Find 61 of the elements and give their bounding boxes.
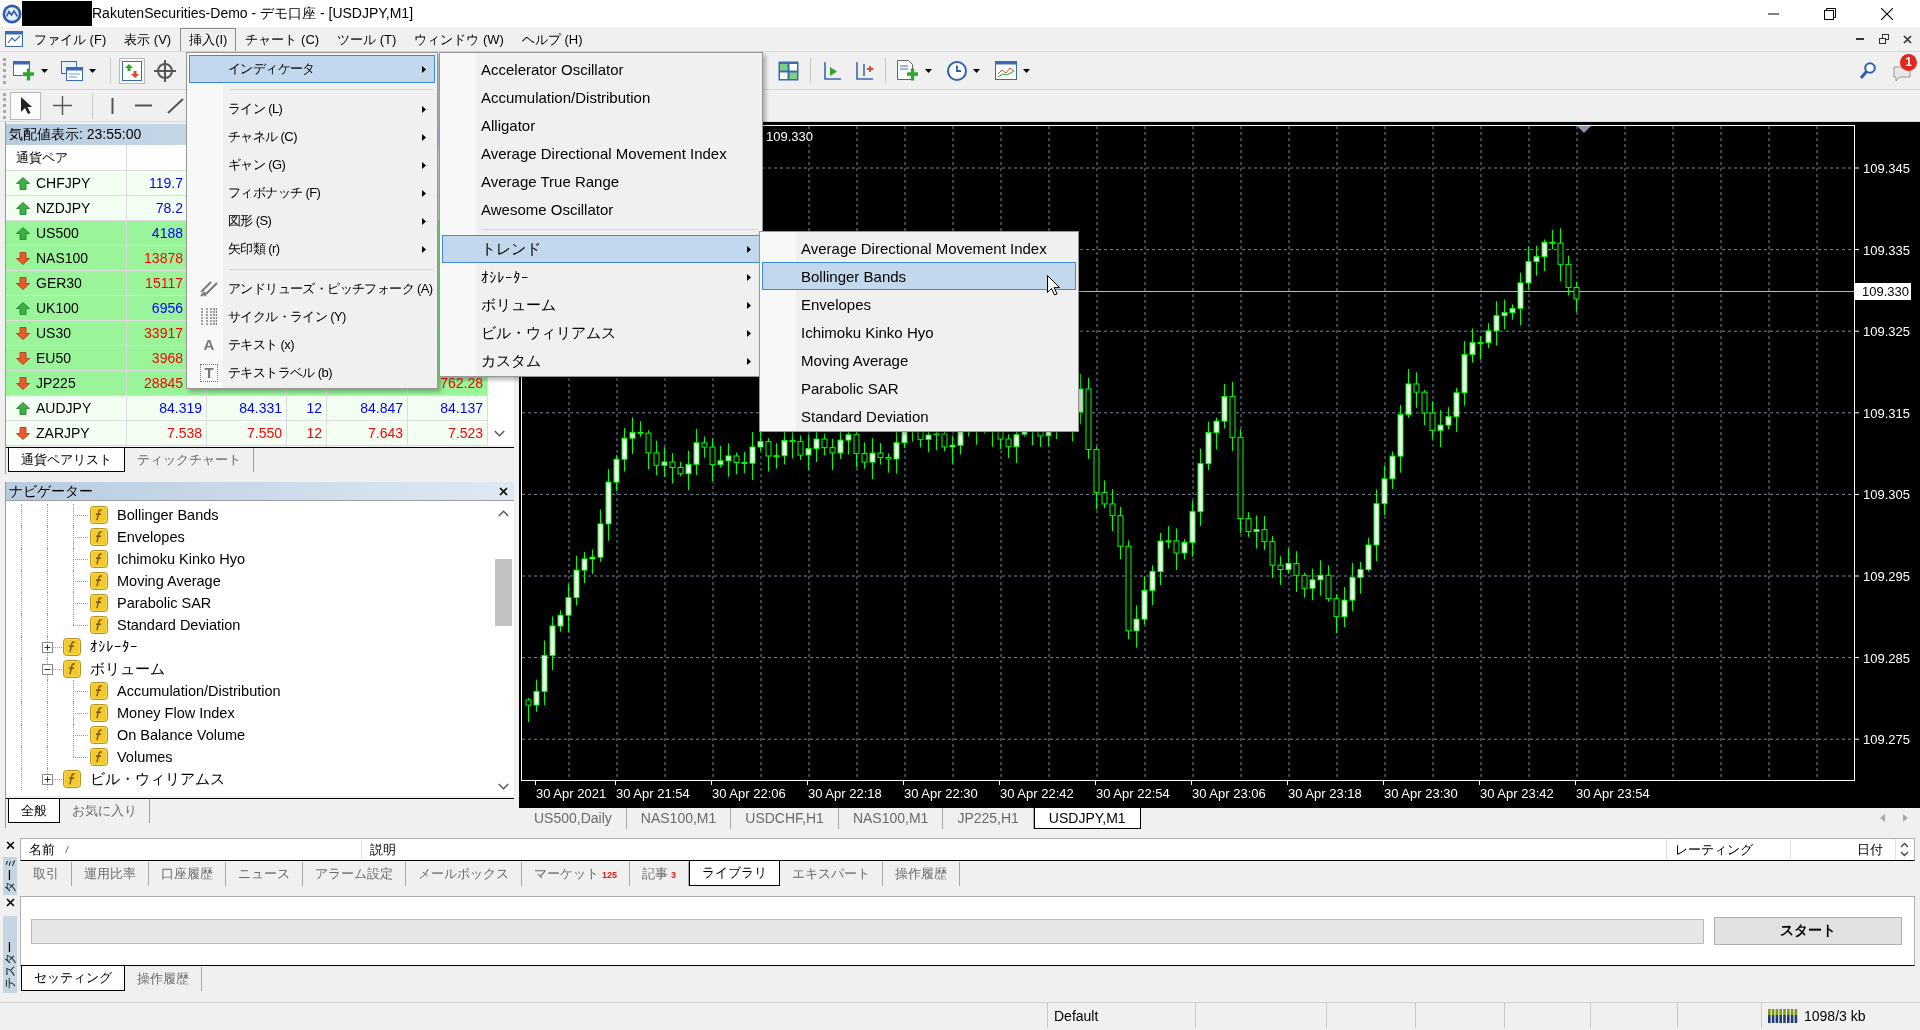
price-value: 12 xyxy=(306,402,322,414)
price-label: 109.345 xyxy=(1863,161,1910,176)
time-label: 30 Apr 2021 xyxy=(536,786,607,801)
price-label: 109.295 xyxy=(1863,569,1910,584)
current-price-tag: 109.330 xyxy=(1855,283,1911,300)
price-label: 109.275 xyxy=(1863,732,1910,748)
price-value: 6956 xyxy=(151,302,183,314)
window-title: RakutenSecurities-Demo - デモ口座 - [USDJPY,M1] xyxy=(92,4,414,23)
price-label: 109.315 xyxy=(1863,405,1910,421)
time-label: 30 Apr 22:54 xyxy=(1096,786,1170,801)
price-value: 28845 xyxy=(144,377,183,389)
price-value: 78.2 xyxy=(155,202,183,214)
symbol-name: US500 xyxy=(36,225,79,241)
profile-name: Default xyxy=(1054,1007,1099,1024)
price-value: 84.137 xyxy=(440,402,483,414)
time-label: 30 Apr 23:06 xyxy=(1192,786,1266,801)
price-value: 7.538 xyxy=(166,427,202,439)
price-value: 7.643 xyxy=(367,427,403,439)
panel-title: ナビゲーター xyxy=(9,481,93,501)
price-value: 7.550 xyxy=(246,427,282,439)
boxed-letter-icon: T xyxy=(200,364,218,382)
symbol-name: AUDJPY xyxy=(36,400,92,416)
time-label: 30 Apr 23:18 xyxy=(1288,786,1362,801)
price-value: 84.319 xyxy=(159,402,202,414)
time-label: 30 Apr 23:54 xyxy=(1576,786,1650,801)
price-label: 109.285 xyxy=(1863,650,1910,666)
time-label: 30 Apr 22:06 xyxy=(712,786,786,801)
symbol-name: EU50 xyxy=(36,350,72,366)
traffic-label: 1098/3 kb xyxy=(1804,1007,1866,1024)
price-value: 119.7 xyxy=(149,177,183,189)
time-label: 30 Apr 23:42 xyxy=(1480,786,1554,801)
price-value: 84.331 xyxy=(239,402,282,414)
symbol-name: JP225 xyxy=(36,375,76,391)
time-label: 30 Apr 23:30 xyxy=(1384,786,1458,801)
letter-icon: A xyxy=(203,337,215,353)
price-label: 109.335 xyxy=(1863,242,1910,258)
time-label: 30 Apr 22:30 xyxy=(904,786,978,801)
price-value: 33917 xyxy=(144,327,183,339)
price-value: 7.523 xyxy=(447,427,483,439)
symbol-name: UK100 xyxy=(36,300,79,316)
price-value: 4188 xyxy=(151,227,183,239)
price-value: 762.28 xyxy=(440,377,483,389)
symbol-name: CHFJPY xyxy=(36,175,91,191)
symbol-name: NZDJPY xyxy=(36,200,91,216)
symbol-name: US30 xyxy=(36,325,72,341)
price-value: 12 xyxy=(306,427,322,439)
count-label: 3 xyxy=(671,870,677,880)
price-value: 3968 xyxy=(151,352,183,364)
time-label: 30 Apr 22:18 xyxy=(808,786,882,801)
price-value: 84.847 xyxy=(360,402,403,414)
time-label: 30 Apr 22:42 xyxy=(1000,786,1074,801)
price-label: 109.325 xyxy=(1863,324,1910,340)
symbol-name: ZARJPY xyxy=(36,425,90,441)
chart-price-info: 109.330 xyxy=(766,129,813,144)
price-value: 15117 xyxy=(145,277,183,289)
count-label: 125 xyxy=(602,870,618,880)
symbol-name: GER30 xyxy=(36,275,82,291)
price-value: 13878 xyxy=(144,252,183,264)
price-label: 109.305 xyxy=(1863,487,1910,503)
symbol-name: NAS100 xyxy=(36,250,89,266)
time-label: 30 Apr 21:54 xyxy=(616,786,690,801)
